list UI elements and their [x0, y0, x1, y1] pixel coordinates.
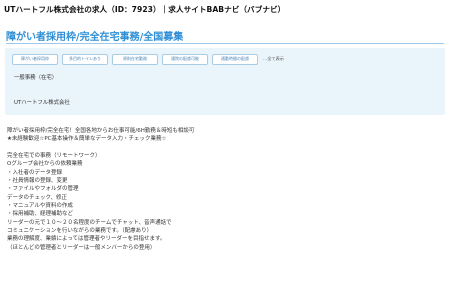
description-line: ・社員情報の登録、変更	[7, 178, 68, 185]
description-line: 完全在宅での事務（リモートワーク）	[7, 153, 101, 160]
description-line: コミュニケーションを行いながらの業務です。（配慮あり）	[7, 228, 153, 235]
description-line: ・マニュアルや資料の作成	[7, 203, 73, 210]
tag-commute-consideration[interactable]: 通勤時間の配慮	[212, 53, 258, 65]
description-line: ・入社者のデータ登録	[7, 169, 63, 176]
tag-disability-hiring[interactable]: 障がい者採用枠	[12, 53, 58, 65]
description-line: リーダーの元で１０～２０名程度のチームでチャット、音声通話で	[7, 219, 172, 226]
description-line: ・ファイルやフォルダの管理	[7, 186, 79, 193]
page-header-title: UTハートフル株式会社の求人（ID：7923）｜求人サイトBABナビ（バブナビ）	[4, 5, 286, 14]
company-name[interactable]: UTハートフル株式会社	[14, 98, 70, 106]
job-description: 障がい者採用枠/完全在宅！全国各地からお仕事可能/6H勤務＆時短も相談可 ★未経…	[7, 127, 437, 252]
job-title: 障がい者採用枠/完全在宅事務/全国募集	[6, 32, 184, 43]
title-underline	[6, 43, 444, 44]
description-line: 障がい者採用枠/完全在宅！全国各地からお仕事可能/6H勤務＆時短も相談可	[7, 128, 195, 134]
show-all-tags-link[interactable]: …全て表示	[263, 56, 284, 62]
description-line: データのチェック、修正	[7, 194, 68, 201]
description-line: ・採用補助、経理補助など	[7, 211, 74, 218]
description-line: 業務の理解度、業績によっては管理者やリーダーを目指せます。	[7, 236, 166, 243]
job-tags: 障がい者採用枠 多目的トイレあり 原則在宅勤務 通院の配慮可能 通勤時間の配慮 …	[12, 53, 284, 65]
tag-remote-work[interactable]: 原則在宅勤務	[112, 53, 158, 65]
description-line: Oグループ会社からの依頼業務	[7, 161, 83, 168]
description-line: ★未経験歓迎☆PC基本操作＆簡単なデータ入力・チェック業務☆	[7, 136, 167, 143]
tag-multipurpose-toilet[interactable]: 多目的トイレあり	[62, 53, 108, 65]
tag-hospital-visit[interactable]: 通院の配慮可能	[162, 53, 208, 65]
job-type: 一般事務（在宅）	[14, 75, 58, 81]
description-line: （ほとんどの管理者とリーダーは一般メンバーからの登用）	[7, 244, 156, 251]
